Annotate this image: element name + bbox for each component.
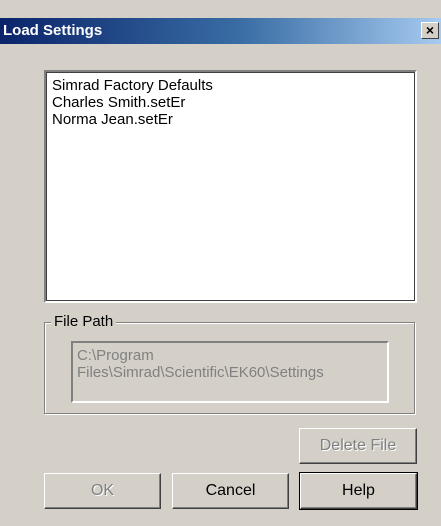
- file-path-line-1: C:\Program: [77, 347, 154, 364]
- file-path-line-2: Files\Simrad\Scientific\EK60\Settings: [77, 364, 324, 381]
- title-bar: Load Settings ×: [0, 18, 441, 44]
- delete-file-button[interactable]: Delete File: [299, 428, 417, 464]
- list-item[interactable]: Charles Smith.setEr: [46, 94, 415, 111]
- close-button[interactable]: ×: [421, 22, 439, 39]
- settings-listbox[interactable]: Simrad Factory Defaults Charles Smith.se…: [44, 70, 417, 303]
- load-settings-dialog: Load Settings × Simrad Factory Defaults …: [0, 0, 441, 526]
- cancel-button[interactable]: Cancel: [172, 473, 289, 509]
- list-item[interactable]: Norma Jean.setEr: [46, 111, 415, 128]
- close-icon: ×: [425, 22, 435, 38]
- help-button[interactable]: Help: [299, 472, 418, 510]
- window-title: Load Settings: [3, 22, 103, 39]
- ok-button[interactable]: OK: [44, 473, 161, 509]
- file-path-group-label: File Path: [51, 313, 117, 331]
- file-path-group: File Path C:\Program Files\Simrad\Scient…: [44, 313, 415, 414]
- file-path-field: C:\Program Files\Simrad\Scientific\EK60\…: [71, 341, 389, 403]
- list-item[interactable]: Simrad Factory Defaults: [46, 77, 415, 94]
